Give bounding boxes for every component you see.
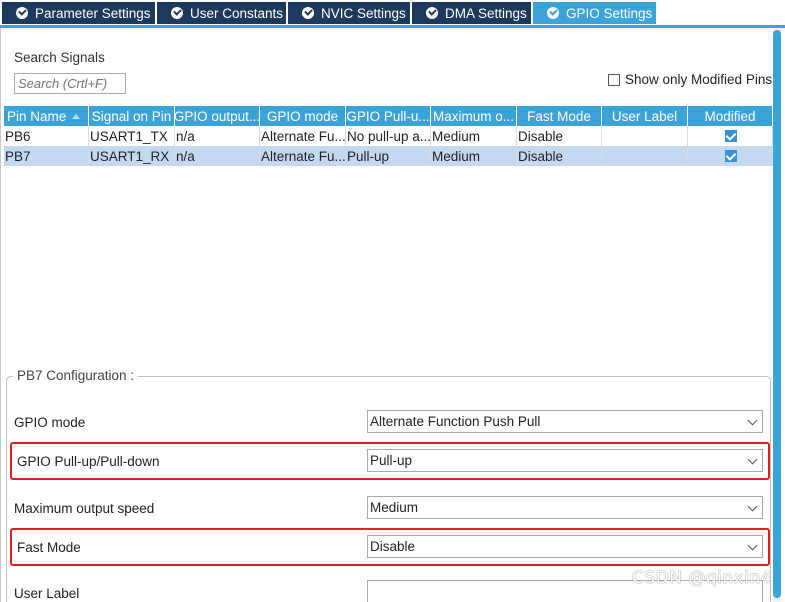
cell-gpio-mode: Alternate Fu... <box>260 146 346 166</box>
search-signals-label: Search Signals <box>14 50 105 65</box>
check-circle-icon <box>302 7 314 19</box>
show-modified-label: Show only Modified Pins <box>625 72 773 87</box>
user-label-label: User Label <box>14 586 80 601</box>
cell-max-speed: Medium <box>431 146 517 166</box>
cell-signal: USART1_RX <box>89 146 175 166</box>
cell-gpio-output: n/a <box>175 126 260 146</box>
column-header-user-label[interactable]: User Label <box>602 106 688 126</box>
pin-table: Pin Name Signal on Pin GPIO output... GP… <box>4 106 773 166</box>
configuration-title: PB7 Configuration : <box>13 368 139 383</box>
watermark: CSDN @qinxin4 <box>632 568 773 588</box>
cell-max-speed: Medium <box>431 126 517 146</box>
column-header-pin-name[interactable]: Pin Name <box>4 106 89 126</box>
check-circle-icon <box>16 7 28 19</box>
tab-dma-settings[interactable]: DMA Settings <box>412 2 532 24</box>
tab-label: User Constants <box>190 5 284 21</box>
cell-gpio-output: n/a <box>175 146 260 166</box>
tab-parameter-settings[interactable]: Parameter Settings <box>2 2 156 24</box>
checked-checkbox-icon[interactable] <box>724 150 737 162</box>
cell-fast-mode: Disable <box>517 146 602 166</box>
column-header-signal[interactable]: Signal on Pin <box>89 106 175 126</box>
tab-user-constants[interactable]: User Constants <box>157 2 287 24</box>
chevron-down-icon <box>747 415 758 426</box>
checkbox-icon[interactable] <box>608 73 620 86</box>
gpio-settings-panel: Search Signals Show only Modified Pins P… <box>0 28 785 602</box>
cell-user-label <box>602 146 688 166</box>
column-header-modified[interactable]: Modified <box>688 106 773 126</box>
tab-label: NVIC Settings <box>321 5 406 21</box>
check-circle-icon <box>547 7 559 19</box>
column-header-gpio-pull[interactable]: GPIO Pull-u... <box>346 106 431 126</box>
check-circle-icon <box>171 7 183 19</box>
show-modified-checkbox[interactable]: Show only Modified Pins <box>608 72 772 87</box>
max-output-speed-select[interactable]: Medium <box>367 496 763 519</box>
vertical-scrollbar[interactable] <box>773 28 781 602</box>
check-circle-icon <box>426 7 438 19</box>
tab-label: Parameter Settings <box>35 5 151 21</box>
search-input[interactable] <box>14 73 126 94</box>
fast-mode-label: Fast Mode <box>17 540 81 555</box>
gpio-pull-label: GPIO Pull-up/Pull-down <box>17 454 160 469</box>
chevron-down-icon <box>747 501 758 512</box>
cell-signal: USART1_TX <box>89 126 175 146</box>
cell-modified <box>688 146 773 166</box>
gpio-mode-row: GPIO mode Alternate Function Push Pull <box>7 404 772 442</box>
cell-gpio-pull: No pull-up a... <box>346 126 431 146</box>
chevron-down-icon <box>747 540 758 551</box>
gpio-mode-select[interactable]: Alternate Function Push Pull <box>367 410 763 433</box>
tab-label: DMA Settings <box>445 5 527 21</box>
cell-pin-name: PB6 <box>4 126 89 146</box>
tab-gpio-settings[interactable]: GPIO Settings <box>533 2 657 24</box>
cell-modified <box>688 126 773 146</box>
tab-nvic-settings[interactable]: NVIC Settings <box>288 2 411 24</box>
column-header-gpio-mode[interactable]: GPIO mode <box>260 106 346 126</box>
column-header-max-speed[interactable]: Maximum o... <box>431 106 517 126</box>
checked-checkbox-icon[interactable] <box>724 130 737 142</box>
fast-mode-select[interactable]: Disable <box>367 535 763 558</box>
cell-fast-mode: Disable <box>517 126 602 146</box>
scrollbar-thumb[interactable] <box>773 30 781 598</box>
gpio-mode-label: GPIO mode <box>14 415 86 430</box>
column-header-gpio-output[interactable]: GPIO output... <box>175 106 260 126</box>
gpio-pull-row-highlighted: GPIO Pull-up/Pull-down Pull-up <box>10 442 770 480</box>
table-header: Pin Name Signal on Pin GPIO output... GP… <box>4 106 773 126</box>
column-header-fast-mode[interactable]: Fast Mode <box>517 106 602 126</box>
cell-pin-name: PB7 <box>4 146 89 166</box>
cell-user-label <box>602 126 688 146</box>
cell-gpio-mode: Alternate Fu... <box>260 126 346 146</box>
cell-gpio-pull: Pull-up <box>346 146 431 166</box>
tab-bar: Parameter Settings User Constants NVIC S… <box>0 0 785 28</box>
fast-mode-row-highlighted: Fast Mode Disable <box>10 528 770 566</box>
chevron-down-icon <box>747 454 758 465</box>
table-row-selected[interactable]: PB7 USART1_RX n/a Alternate Fu... Pull-u… <box>4 146 773 166</box>
tab-label: GPIO Settings <box>566 5 653 21</box>
table-row[interactable]: PB6 USART1_TX n/a Alternate Fu... No pul… <box>4 126 773 146</box>
gpio-pull-select[interactable]: Pull-up <box>367 449 763 472</box>
max-output-speed-label: Maximum output speed <box>14 501 155 516</box>
max-output-speed-row: Maximum output speed Medium <box>7 490 772 528</box>
sort-ascending-icon <box>72 113 81 119</box>
